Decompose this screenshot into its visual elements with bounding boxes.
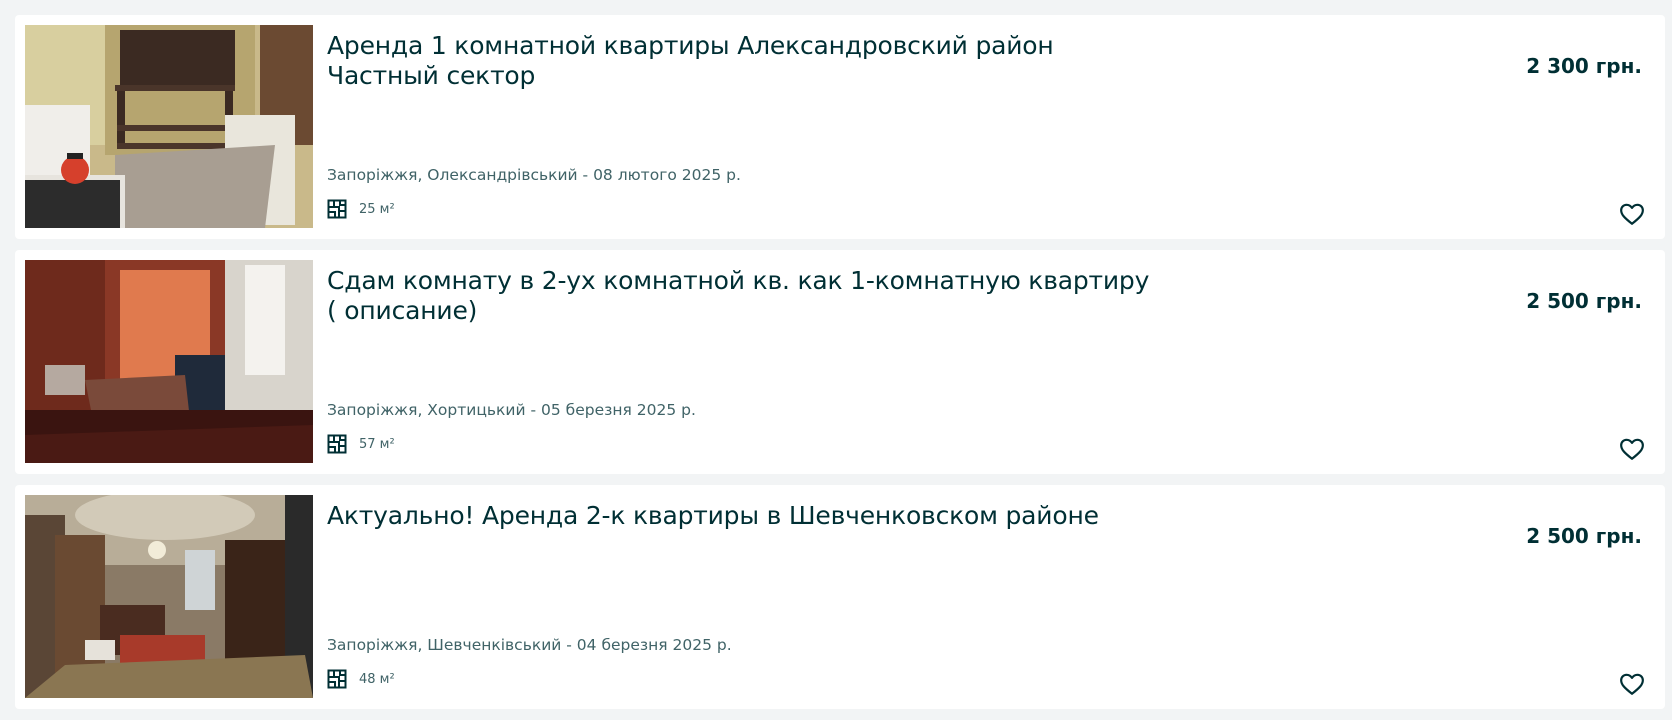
- listing-area-value: 25 м²: [359, 201, 395, 217]
- listing-price: 2 500 грн.: [1526, 524, 1642, 548]
- favorite-heart-icon[interactable]: [1619, 201, 1645, 227]
- listing-area: 48 м²: [327, 669, 395, 689]
- listing-photo-kitchen[interactable]: [25, 25, 313, 228]
- listing-area-value: 48 м²: [359, 671, 395, 687]
- listing-photo-living-room[interactable]: [25, 495, 313, 698]
- listing-card[interactable]: Аренда 1 комнатной квартиры Александровс…: [15, 15, 1665, 239]
- floor-plan-icon: [327, 434, 347, 454]
- listing-area: 25 м²: [327, 199, 395, 219]
- listing-price: 2 300 грн.: [1526, 54, 1642, 78]
- listing-area-value: 57 м²: [359, 436, 395, 452]
- floor-plan-icon: [327, 199, 347, 219]
- listing-title[interactable]: Аренда 1 комнатной квартиры Александровс…: [327, 31, 1157, 91]
- favorite-heart-icon[interactable]: [1619, 436, 1645, 462]
- listing-card[interactable]: Сдам комнату в 2-ух комнатной кв. как 1-…: [15, 250, 1665, 474]
- listing-photo-bedroom[interactable]: [25, 260, 313, 463]
- listing-location-date: Запоріжжя, Хортицький - 05 березня 2025 …: [327, 401, 696, 419]
- listing-title[interactable]: Сдам комнату в 2-ух комнатной кв. как 1-…: [327, 266, 1157, 326]
- listing-card[interactable]: Актуально! Аренда 2-к квартиры в Шевченк…: [15, 485, 1665, 709]
- listing-location-date: Запоріжжя, Шевченківський - 04 березня 2…: [327, 636, 732, 654]
- floor-plan-icon: [327, 669, 347, 689]
- listing-area: 57 м²: [327, 434, 395, 454]
- listing-title[interactable]: Актуально! Аренда 2-к квартиры в Шевченк…: [327, 501, 1157, 531]
- listing-list: Аренда 1 комнатной квартиры Александровс…: [15, 15, 1665, 720]
- favorite-heart-icon[interactable]: [1619, 671, 1645, 697]
- listing-price: 2 500 грн.: [1526, 289, 1642, 313]
- listing-location-date: Запоріжжя, Олександрівський - 08 лютого …: [327, 166, 741, 184]
